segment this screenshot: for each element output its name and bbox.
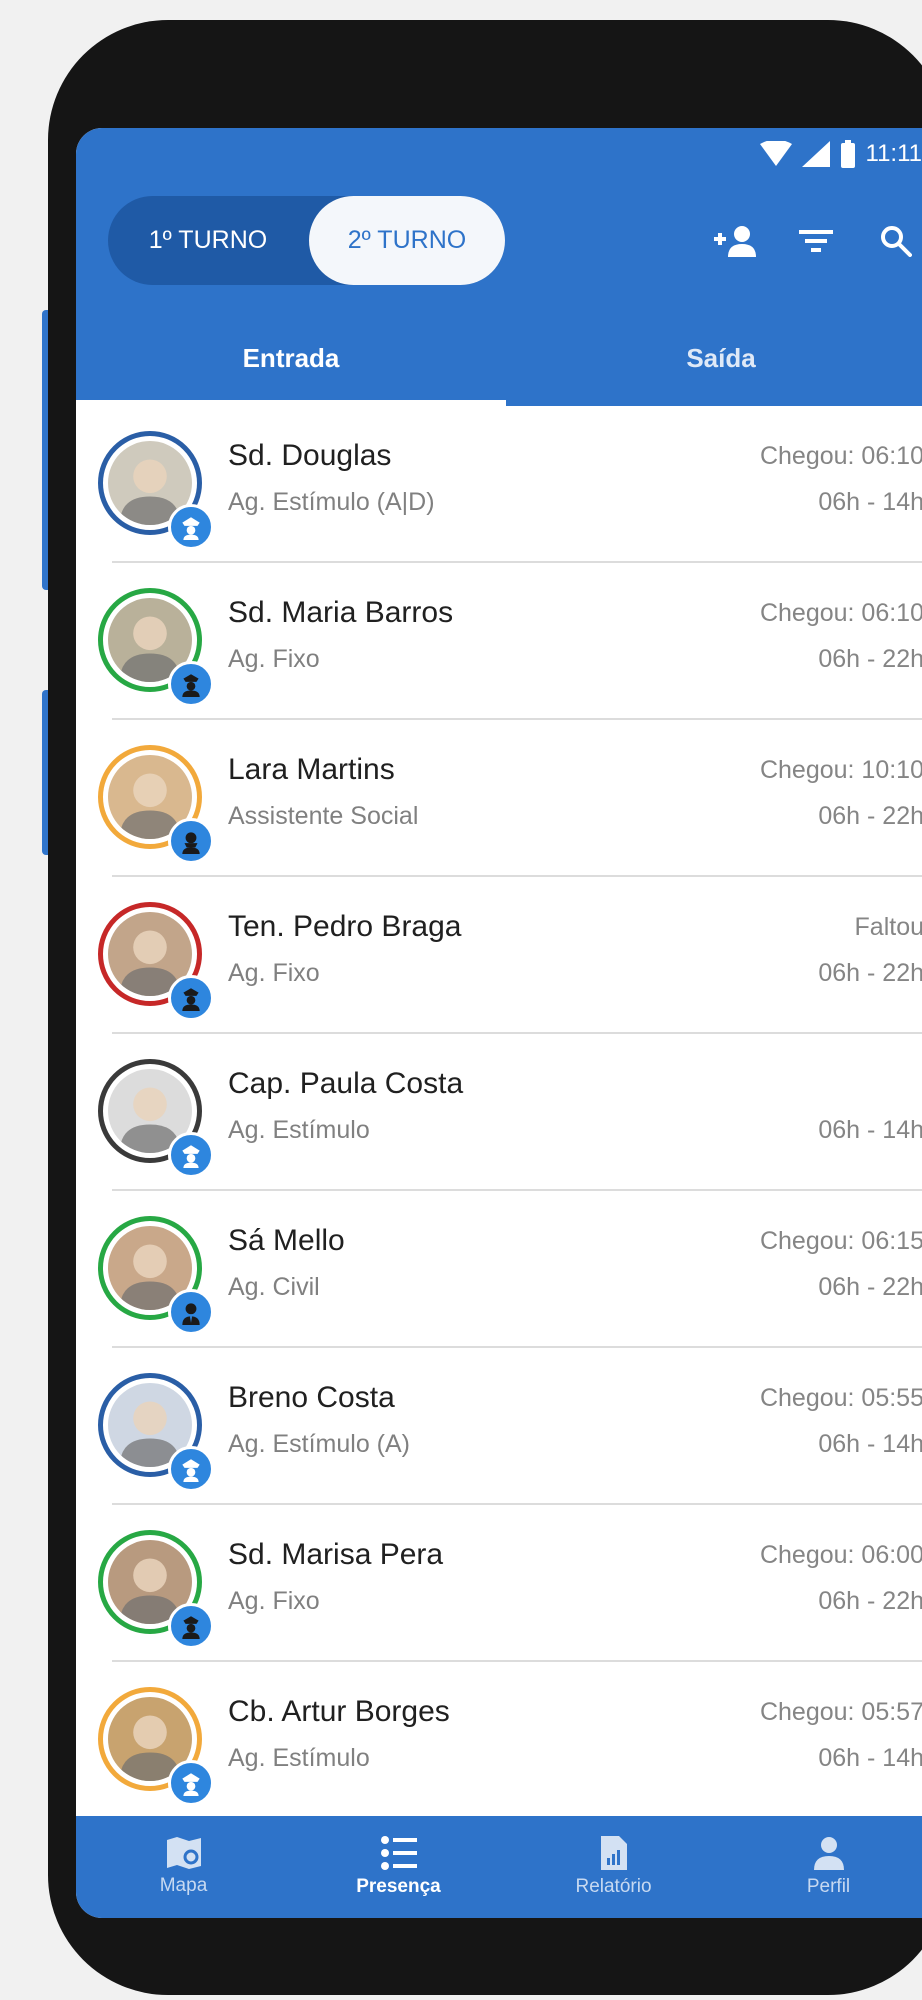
shift-hours: 06h - 22h: [818, 802, 922, 830]
person-role: Ag. Estímulo: [228, 1744, 370, 1772]
arrival-status: Chegou: 06:15: [759, 1227, 922, 1255]
shift-hours: 06h - 14h: [818, 1116, 922, 1144]
shift-hours: 06h - 14h: [818, 1744, 922, 1772]
status-time: 11:11: [865, 140, 922, 167]
search-button[interactable]: [856, 206, 922, 276]
filter-button[interactable]: [776, 206, 856, 276]
police-cap-icon: [168, 1760, 214, 1806]
shift-hours: 06h - 22h: [818, 1587, 922, 1615]
status-bar: 11:11: [706, 128, 922, 180]
arrival-status: Chegou: 10:10: [759, 756, 922, 784]
wifi-icon: [759, 141, 792, 166]
list-item[interactable]: Sd. Douglas Ag. Estímulo (A|D) Chegou: 06:…: [76, 406, 922, 563]
police-officer-icon: [168, 661, 214, 707]
map-icon: [166, 1837, 201, 1869]
nav-item-mapa[interactable]: Mapa: [76, 1816, 291, 1918]
tab-entrada[interactable]: Entrada: [76, 310, 506, 406]
person-name: Sd. Maria Barros: [228, 596, 454, 629]
police-officer-icon: [168, 975, 214, 1021]
person-icon: [813, 1837, 844, 1870]
person-role: Ag. Civil: [228, 1273, 320, 1301]
signal-icon: [801, 141, 830, 167]
battery-icon: [840, 140, 855, 168]
person-name: Cap. Paula Costa: [228, 1067, 464, 1100]
person-name: Cb. Artur Borges: [228, 1695, 450, 1728]
person-name: Ten. Pedro Braga: [228, 910, 462, 943]
nav-item-presenca[interactable]: Presença: [291, 1816, 506, 1918]
shift-hours: 06h - 14h: [818, 488, 922, 516]
person-name: Sd. Douglas: [228, 439, 392, 472]
person-role: Ag. Fixo: [228, 645, 320, 673]
person-role: Ag. Estímulo: [228, 1116, 370, 1144]
person-role: Ag. Estímulo (A|D): [228, 488, 435, 516]
header-actions: [696, 206, 922, 276]
add-user-icon: [714, 226, 756, 257]
add-user-button[interactable]: [696, 206, 776, 276]
shift-hours: 06h - 22h: [818, 645, 922, 673]
list-item[interactable]: Lara Martins Assistente Social Chegou: 10:…: [76, 720, 922, 877]
person-role: Ag. Fixo: [228, 959, 320, 987]
nav-label: Perfil: [806, 1876, 851, 1897]
list-item[interactable]: Ten. Pedro Braga Ag. Fixo Faltou 06h - 22h: [76, 877, 922, 1034]
list-item[interactable]: Breno Costa Ag. Estímulo (A) Chegou: 05:55…: [76, 1348, 922, 1505]
shift-hours: 06h - 22h: [818, 959, 922, 987]
list-item[interactable]: Sd. Maria Barros Ag. Fixo Chegou: 06:10 06h…: [76, 563, 922, 720]
nav-label: Relatório: [575, 1876, 652, 1897]
person-name: Lara Martins: [228, 753, 395, 786]
nav-label: Mapa: [159, 1875, 208, 1896]
arrival-status: Faltou: [854, 913, 922, 941]
list-item[interactable]: Sá Mello Ag. Civil Chegou: 06:15 06h - 22h: [76, 1191, 922, 1348]
shift-hours: 06h - 14h: [818, 1430, 922, 1458]
tab-bar: Entrada Saída: [76, 310, 922, 406]
shift-toggle[interactable]: 1º TURNO 2º TURNO: [108, 196, 505, 285]
person-name: Sá Mello: [228, 1224, 345, 1257]
nav-item-relatorio[interactable]: Relatório: [506, 1816, 721, 1918]
report-icon: [600, 1836, 627, 1870]
police-cap-icon: [168, 1132, 214, 1178]
shift-first-button[interactable]: 1º TURNO: [108, 196, 308, 285]
shift-second-button[interactable]: 2º TURNO: [309, 196, 505, 285]
app-header: 11:11 1º TURNO 2º TURNO Entrada Saída: [76, 128, 922, 406]
nav-item-perfil[interactable]: Perfil: [721, 1816, 922, 1918]
police-cap-icon: [168, 504, 214, 550]
list-icon: [380, 1836, 417, 1870]
list-item[interactable]: Sd. Marisa Pera Ag. Fixo Chegou: 06:00 06h …: [76, 1505, 922, 1662]
list-item[interactable]: Cb. Artur Borges Ag. Estímulo Chegou: 05:5…: [76, 1662, 922, 1816]
police-cap-icon: [168, 1446, 214, 1492]
person-name: Sd. Marisa Pera: [228, 1538, 444, 1571]
tab-saida[interactable]: Saída: [506, 310, 922, 406]
person-role: Ag. Fixo: [228, 1587, 320, 1615]
arrival-status: Chegou: 06:10: [759, 442, 922, 470]
arrival-status: Chegou: 05:55: [759, 1384, 922, 1412]
social-worker-icon: [168, 818, 214, 864]
attendance-list: Sd. Douglas Ag. Estímulo (A|D) Chegou: 06:…: [76, 406, 922, 1816]
app-screen: 11:11 1º TURNO 2º TURNO Entrada Saída Sd…: [76, 128, 922, 1918]
arrival-status: Chegou: 06:10: [759, 599, 922, 627]
police-officer-icon: [168, 1603, 214, 1649]
search-icon: [881, 226, 912, 257]
arrival-status: Chegou: 06:00: [759, 1541, 922, 1569]
person-name: Breno Costa: [228, 1381, 395, 1414]
list-item[interactable]: Cap. Paula Costa Ag. Estímulo 06h - 14h: [76, 1034, 922, 1191]
filter-icon: [799, 230, 833, 252]
bottom-nav: Mapa Presença Relatório Perfil: [76, 1816, 922, 1918]
person-role: Ag. Estímulo (A): [228, 1430, 410, 1458]
civil-agent-icon: [168, 1289, 214, 1335]
person-role: Assistente Social: [228, 802, 419, 830]
arrival-status: Chegou: 05:57: [759, 1698, 922, 1726]
nav-label: Presença: [356, 1876, 441, 1897]
shift-hours: 06h - 22h: [818, 1273, 922, 1301]
